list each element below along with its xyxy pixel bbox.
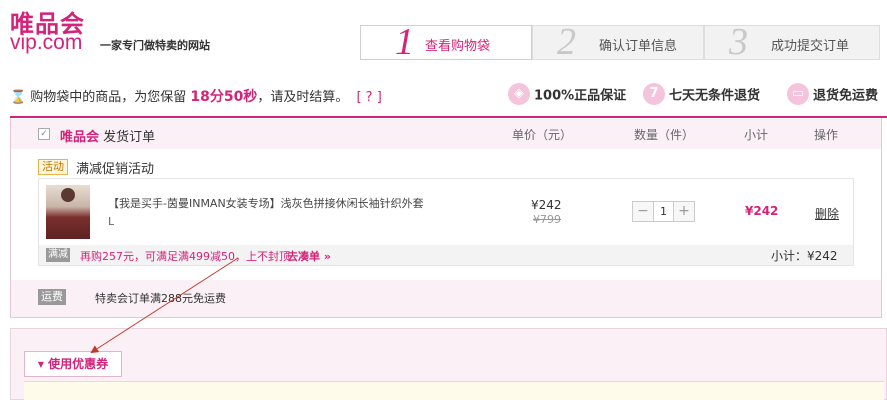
annotation-arrow — [90, 257, 239, 354]
